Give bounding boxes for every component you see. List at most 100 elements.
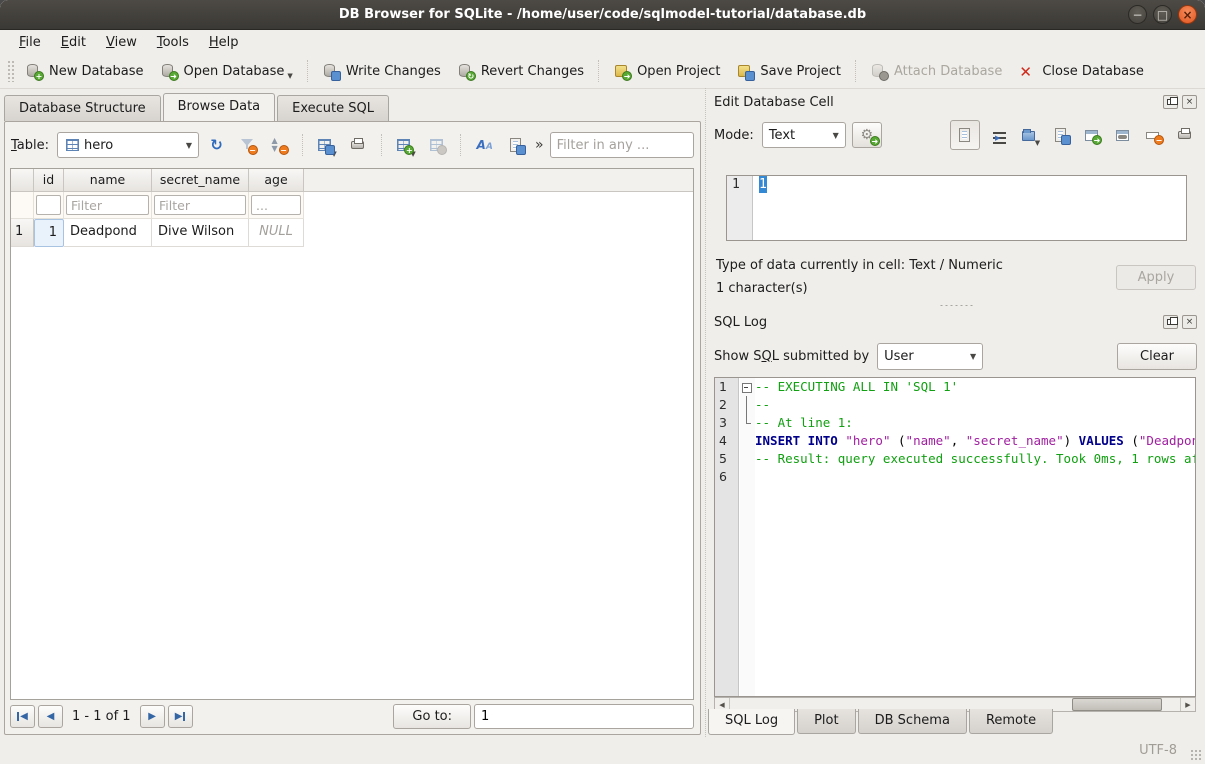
sql-log-line: 5-- Result: query executed successfully.…	[715, 450, 1195, 468]
tab-browse-data[interactable]: Browse Data	[163, 93, 276, 121]
menu-bar: File Edit View Tools Help	[0, 30, 1205, 54]
column-header-name[interactable]: name	[64, 169, 152, 192]
browse-toolbar-separator	[302, 134, 303, 156]
cell-id[interactable]: 1	[34, 219, 64, 247]
next-record-button[interactable]: ▶	[140, 705, 165, 728]
menu-file[interactable]: File	[10, 33, 50, 52]
toolbar-overflow-icon[interactable]: »	[533, 137, 546, 153]
scroll-right-icon[interactable]: ▶	[1180, 698, 1195, 711]
tab-execute-sql[interactable]: Execute SQL	[277, 95, 389, 121]
minimize-button[interactable]: −	[1128, 5, 1147, 24]
clear-log-button[interactable]: Clear	[1117, 343, 1197, 370]
open-database-button[interactable]: ➜ Open Database ▼	[152, 59, 301, 84]
menu-tools[interactable]: Tools	[148, 33, 198, 52]
gear-arrow-icon: ➜	[870, 136, 880, 146]
open-database-icon: ➜	[160, 63, 178, 80]
open-project-button[interactable]: ➜ Open Project	[605, 59, 728, 84]
close-database-button[interactable]: ✕ Close Database	[1010, 59, 1152, 84]
column-header-secret-name[interactable]: secret_name	[152, 169, 249, 192]
last-record-button[interactable]: ▶	[168, 705, 193, 728]
menu-help[interactable]: Help	[200, 33, 248, 52]
sql-log-close-button[interactable]: ×	[1182, 315, 1197, 329]
tab-database-structure[interactable]: Database Structure	[4, 95, 161, 121]
save-results-button[interactable]: ▼	[313, 132, 340, 158]
new-database-button[interactable]: + New Database	[17, 59, 152, 84]
column-header-age[interactable]: age	[249, 169, 304, 192]
fold-marker-icon[interactable]	[739, 378, 755, 396]
edit-cell-close-button[interactable]: ×	[1182, 95, 1197, 109]
filter-age[interactable]	[249, 192, 304, 219]
app-window: DB Browser for SQLite - /home/user/code/…	[0, 0, 1205, 764]
dock-tab-bar: SQL Log Plot DB Schema Remote	[708, 709, 1053, 735]
clear-sorting-button[interactable]: ▲▼−	[265, 132, 292, 158]
dock-tab-db-schema[interactable]: DB Schema	[858, 709, 967, 734]
print-cell-button[interactable]	[1173, 123, 1197, 147]
cell-name[interactable]: Deadpond	[64, 219, 152, 247]
filter-name-input[interactable]	[66, 195, 149, 215]
mode-select[interactable]: Text ▼	[762, 122, 846, 148]
insert-record-button[interactable]: +▼	[392, 132, 419, 158]
row-header[interactable]: 1	[11, 219, 34, 247]
previous-record-button[interactable]: ◀	[38, 705, 63, 728]
refresh-button[interactable]: ↻	[203, 132, 230, 158]
column-header-id[interactable]: id	[34, 169, 64, 192]
data-grid: id name secret_name age 1 1	[10, 168, 694, 700]
next-record-icon: ▶	[148, 711, 156, 722]
sql-log-float-button[interactable]	[1163, 315, 1178, 329]
first-record-button[interactable]: ◀	[10, 705, 35, 728]
cell-age[interactable]: NULL	[249, 219, 304, 247]
scrollbar-thumb[interactable]	[1072, 698, 1162, 711]
sql-log-editor[interactable]: 1-- EXECUTING ALL IN 'SQL 1'2--3-- At li…	[714, 377, 1196, 697]
save-project-button[interactable]: Save Project	[728, 59, 849, 84]
delete-record-icon	[428, 137, 446, 154]
cell-secret-name[interactable]: Dive Wilson	[152, 219, 249, 247]
dock-splitter[interactable]	[706, 302, 1205, 308]
filter-age-input[interactable]	[251, 195, 301, 215]
auto-format-button[interactable]	[987, 123, 1011, 147]
title-bar[interactable]: DB Browser for SQLite - /home/user/code/…	[0, 0, 1205, 30]
write-changes-icon	[322, 63, 340, 80]
cell-editor[interactable]: 1 1	[726, 175, 1187, 241]
table-select[interactable]: hero ▼	[57, 132, 199, 158]
table-row: 1 1 Deadpond Dive Wilson NULL	[11, 219, 693, 247]
window-controls: − □ ×	[1128, 5, 1197, 24]
toolbar-grip[interactable]	[7, 60, 14, 82]
filter-id-input[interactable]	[36, 195, 61, 215]
copy-link-button[interactable]	[1111, 123, 1135, 147]
sql-log-line: 2--	[715, 396, 1195, 414]
filter-id[interactable]	[34, 192, 64, 219]
find-in-table-button[interactable]	[502, 132, 529, 158]
cell-editor-value[interactable]: 1	[759, 176, 767, 193]
goto-button[interactable]: Go to:	[393, 704, 471, 729]
dock-tab-plot[interactable]: Plot	[797, 709, 856, 734]
write-changes-button[interactable]: Write Changes	[314, 59, 449, 84]
grid-corner-button[interactable]	[11, 169, 34, 192]
import-data-button[interactable]: ▼	[1018, 123, 1042, 147]
edit-display-format-button[interactable]: AA	[471, 132, 498, 158]
filter-secret-name[interactable]	[152, 192, 249, 219]
apply-format-button[interactable]: ⚙ ➜	[852, 122, 882, 148]
close-button[interactable]: ×	[1178, 5, 1197, 24]
menu-view[interactable]: View	[97, 33, 146, 52]
revert-changes-button[interactable]: ↻ Revert Changes	[449, 59, 592, 84]
open-external-button[interactable]: ➜	[1080, 123, 1104, 147]
menu-edit[interactable]: Edit	[52, 33, 95, 52]
dock-tab-remote[interactable]: Remote	[969, 709, 1053, 734]
resize-grip-icon[interactable]	[1190, 749, 1202, 761]
edit-cell-float-button[interactable]	[1163, 95, 1178, 109]
export-data-button[interactable]	[1049, 123, 1073, 147]
text-mode-toggle[interactable]	[950, 120, 980, 150]
maximize-button[interactable]: □	[1153, 5, 1172, 24]
sql-source-select[interactable]: User ▼	[877, 343, 983, 370]
goto-input[interactable]	[474, 704, 694, 729]
set-null-button[interactable]: −	[1142, 123, 1166, 147]
encoding-indicator[interactable]: UTF-8	[1139, 743, 1177, 758]
close-icon: ×	[1186, 97, 1194, 107]
clear-filters-button[interactable]: −	[234, 132, 261, 158]
filter-any-input[interactable]	[550, 132, 694, 158]
dock-tab-sql-log[interactable]: SQL Log	[708, 709, 795, 735]
print-button[interactable]	[344, 132, 371, 158]
filter-secret-name-input[interactable]	[154, 195, 246, 215]
open-database-dropdown-icon[interactable]: ▼	[287, 72, 292, 80]
filter-name[interactable]	[64, 192, 152, 219]
